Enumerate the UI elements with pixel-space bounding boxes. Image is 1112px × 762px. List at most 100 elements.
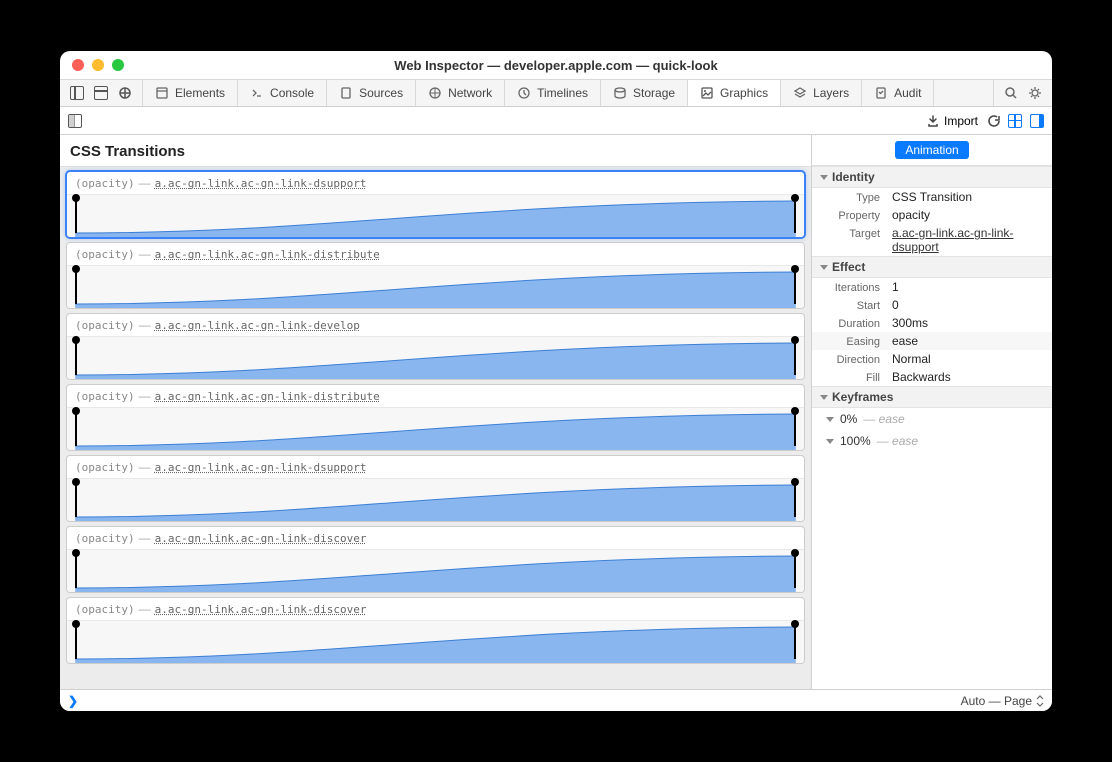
easing-curve[interactable] <box>67 550 804 592</box>
minimize-button[interactable] <box>92 59 104 71</box>
transition-header: (opacity) — a.ac-gn-link.ac-gn-link-dsup… <box>67 456 804 479</box>
disclosure-icon <box>820 395 828 400</box>
transition-item[interactable]: (opacity) — a.ac-gn-link.ac-gn-link-dist… <box>66 384 805 451</box>
disclosure-icon <box>826 417 834 422</box>
transition-item[interactable]: (opacity) — a.ac-gn-link.ac-gn-link-dsup… <box>66 455 805 522</box>
property-row: Easing ease <box>812 332 1052 350</box>
transition-target-link[interactable]: a.ac-gn-link.ac-gn-link-distribute <box>155 248 380 261</box>
property-row: Direction Normal <box>812 350 1052 368</box>
property-value: Normal <box>892 352 1044 366</box>
easing-curve[interactable] <box>67 479 804 521</box>
identity-section-head[interactable]: Identity <box>812 166 1052 188</box>
dock-left-icon[interactable] <box>70 86 84 100</box>
maximize-button[interactable] <box>112 59 124 71</box>
transition-property: (opacity) <box>75 177 135 190</box>
keyframe-handle-end[interactable] <box>794 623 796 659</box>
download-icon <box>926 114 940 128</box>
tab-layers[interactable]: Layers <box>781 80 862 106</box>
tab-console[interactable]: Console <box>238 80 327 106</box>
right-panel-toggle-icon[interactable] <box>1030 114 1044 128</box>
property-label: Target <box>820 228 880 240</box>
footer-bar: ❯ Auto — Page <box>60 689 1052 711</box>
animation-badge[interactable]: Animation <box>895 141 968 159</box>
tab-audit[interactable]: Audit <box>862 80 934 106</box>
left-panel-toggle-icon[interactable] <box>68 114 82 128</box>
console-prompt-icon[interactable]: ❯ <box>68 694 78 708</box>
keyframe-row[interactable]: 0% — ease <box>812 408 1052 430</box>
transition-target-link[interactable]: a.ac-gn-link.ac-gn-link-develop <box>155 319 360 332</box>
property-row: Duration 300ms <box>812 314 1052 332</box>
keyframe-easing: — ease <box>877 434 918 448</box>
property-label: Fill <box>820 372 880 384</box>
transition-header: (opacity) — a.ac-gn-link.ac-gn-link-disc… <box>67 598 804 621</box>
keyframe-easing: — ease <box>863 412 904 426</box>
property-row: Iterations 1 <box>812 278 1052 296</box>
titlebar: Web Inspector — developer.apple.com — qu… <box>60 51 1052 79</box>
property-value: Backwards <box>892 370 1044 384</box>
transition-target-link[interactable]: a.ac-gn-link.ac-gn-link-discover <box>155 532 367 545</box>
property-value: CSS Transition <box>892 190 1044 204</box>
property-value[interactable]: a.ac-gn-link.ac-gn-link-dsupport <box>892 226 1044 254</box>
easing-curve[interactable] <box>67 621 804 663</box>
keyframe-handle-end[interactable] <box>794 552 796 588</box>
keyframe-handle-end[interactable] <box>794 268 796 304</box>
section-title: CSS Transitions <box>60 135 811 167</box>
keyframe-handle-start[interactable] <box>75 339 77 375</box>
keyframe-handle-end[interactable] <box>794 197 796 233</box>
page-selector[interactable]: Auto — Page <box>961 694 1044 708</box>
keyframe-row[interactable]: 100% — ease <box>812 430 1052 452</box>
easing-curve[interactable] <box>67 266 804 308</box>
keyframe-handle-end[interactable] <box>794 481 796 517</box>
import-button[interactable]: Import <box>926 114 978 128</box>
keyframe-handle-start[interactable] <box>75 197 77 233</box>
transition-item[interactable]: (opacity) — a.ac-gn-link.ac-gn-link-dist… <box>66 242 805 309</box>
tab-network[interactable]: Network <box>416 80 505 106</box>
close-button[interactable] <box>72 59 84 71</box>
transition-target-link[interactable]: a.ac-gn-link.ac-gn-link-discover <box>155 603 367 616</box>
keyframe-handle-end[interactable] <box>794 410 796 446</box>
tab-graphics[interactable]: Graphics <box>688 80 781 106</box>
keyframe-handle-start[interactable] <box>75 623 77 659</box>
property-row: Property opacity <box>812 206 1052 224</box>
easing-curve[interactable] <box>67 408 804 450</box>
keyframe-handle-start[interactable] <box>75 268 77 304</box>
transition-item[interactable]: (opacity) — a.ac-gn-link.ac-gn-link-disc… <box>66 526 805 593</box>
property-value: 1 <box>892 280 1044 294</box>
property-label: Direction <box>820 354 880 366</box>
keyframe-handle-end[interactable] <box>794 339 796 375</box>
keyframe-offset: 0% <box>840 412 857 426</box>
tab-timelines[interactable]: Timelines <box>505 80 601 106</box>
reload-icon[interactable] <box>986 114 1000 128</box>
property-row: Start 0 <box>812 296 1052 314</box>
property-label: Property <box>820 210 880 222</box>
traffic-lights <box>72 59 124 71</box>
search-icon[interactable] <box>1004 86 1018 100</box>
keyframes-section-head[interactable]: Keyframes <box>812 386 1052 408</box>
transition-item[interactable]: (opacity) — a.ac-gn-link.ac-gn-link-deve… <box>66 313 805 380</box>
transition-item[interactable]: (opacity) — a.ac-gn-link.ac-gn-link-disc… <box>66 597 805 664</box>
tab-elements[interactable]: Elements <box>143 80 238 106</box>
undock-icon[interactable] <box>118 86 132 100</box>
transition-target-link[interactable]: a.ac-gn-link.ac-gn-link-dsupport <box>155 461 367 474</box>
transition-header: (opacity) — a.ac-gn-link.ac-gn-link-disc… <box>67 527 804 550</box>
keyframe-handle-start[interactable] <box>75 410 77 446</box>
property-label: Start <box>820 300 880 312</box>
property-row: Type CSS Transition <box>812 188 1052 206</box>
transition-property: (opacity) <box>75 248 135 261</box>
property-label: Duration <box>820 318 880 330</box>
details-sidebar: Animation Identity Type CSS TransitionPr… <box>812 135 1052 689</box>
gear-icon[interactable] <box>1028 86 1042 100</box>
keyframe-handle-start[interactable] <box>75 481 77 517</box>
transition-item[interactable]: (opacity) — a.ac-gn-link.ac-gn-link-dsup… <box>66 171 805 238</box>
effect-section-head[interactable]: Effect <box>812 256 1052 278</box>
transition-target-link[interactable]: a.ac-gn-link.ac-gn-link-distribute <box>155 390 380 403</box>
easing-curve[interactable] <box>67 337 804 379</box>
tab-storage[interactable]: Storage <box>601 80 688 106</box>
main-panel: CSS Transitions (opacity) — a.ac-gn-link… <box>60 135 812 689</box>
grid-view-icon[interactable] <box>1008 114 1022 128</box>
transition-target-link[interactable]: a.ac-gn-link.ac-gn-link-dsupport <box>155 177 367 190</box>
easing-curve[interactable] <box>67 195 804 237</box>
tab-sources[interactable]: Sources <box>327 80 416 106</box>
dock-bottom-icon[interactable] <box>94 86 108 100</box>
keyframe-handle-start[interactable] <box>75 552 77 588</box>
